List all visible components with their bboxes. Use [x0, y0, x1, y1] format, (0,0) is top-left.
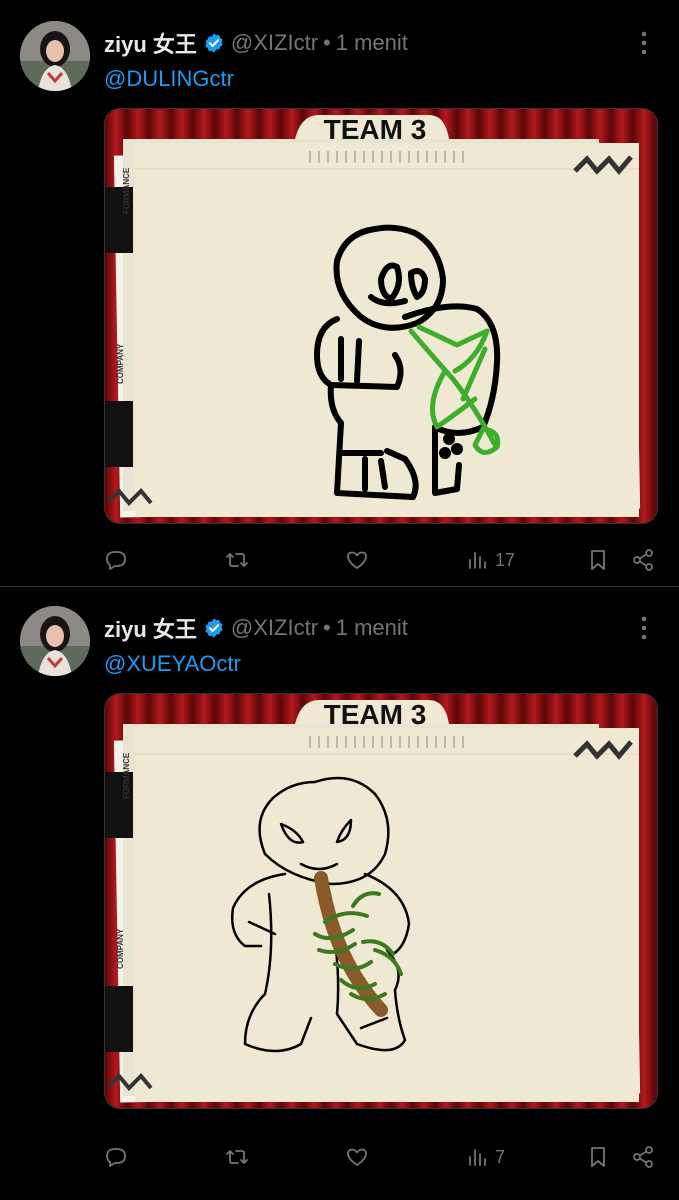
repost-icon	[226, 1150, 248, 1164]
folder-side-label: FORMANCE	[122, 167, 131, 214]
mention-link[interactable]: @DULINGctr	[104, 66, 234, 92]
views-icon	[469, 552, 486, 569]
share-icon	[633, 549, 653, 571]
reply-button[interactable]	[104, 1137, 128, 1177]
tweet-image[interactable]: FORMANCE COMPANY TEAM 3	[104, 108, 658, 524]
username[interactable]: @XIZIctr	[231, 30, 318, 56]
reply-icon	[106, 551, 126, 570]
timestamp[interactable]: 1 menit	[336, 615, 408, 641]
tweet-header: ziyu 女王 @XIZIctr • 1 menit	[104, 26, 408, 60]
repost-button[interactable]	[225, 540, 249, 580]
like-button[interactable]	[345, 1137, 369, 1177]
reply-icon	[106, 1148, 126, 1167]
bookmark-icon	[591, 550, 605, 570]
folder-tab-text: TEAM 3	[324, 699, 427, 730]
more-options-icon[interactable]	[636, 615, 652, 641]
views-count: 17	[495, 549, 516, 570]
avatar[interactable]	[20, 606, 90, 676]
verified-badge-icon	[205, 33, 223, 53]
folder-side-label: COMPANY	[116, 343, 125, 384]
repost-icon	[226, 553, 248, 567]
mention-link[interactable]: @XUEYAOctr	[104, 651, 241, 677]
repost-button[interactable]	[225, 1137, 249, 1177]
views-button[interactable]: 17	[466, 540, 515, 580]
tweet[interactable]: ziyu 女王 @XIZIctr • 1 menit @DULINGctr FO…	[0, 0, 679, 586]
timestamp[interactable]: 1 menit	[336, 30, 408, 56]
tweet-actions: 17	[0, 540, 679, 580]
heart-icon	[347, 551, 367, 569]
tweet-image[interactable]: FORMANCE COMPANY TEAM 3	[104, 693, 658, 1109]
bookmark-icon	[591, 1147, 605, 1167]
folder-side-label: FORMANCE	[122, 752, 131, 799]
username[interactable]: @XIZIctr	[231, 615, 318, 641]
share-button[interactable]	[631, 1137, 655, 1177]
separator-dot: •	[323, 615, 331, 640]
tweet[interactable]: ziyu 女王 @XIZIctr • 1 menit @XUEYAOctr FO…	[0, 587, 679, 1200]
views-count: 7	[495, 1146, 506, 1167]
tweet-actions: 7	[0, 1137, 679, 1177]
display-name[interactable]: ziyu 女王	[104, 612, 197, 644]
avatar[interactable]	[20, 21, 90, 91]
verified-badge-icon	[205, 618, 223, 638]
folder-tab-text: TEAM 3	[324, 114, 427, 145]
bookmark-button[interactable]	[586, 1137, 610, 1177]
tweet-header: ziyu 女王 @XIZIctr • 1 menit	[104, 611, 408, 645]
reply-button[interactable]	[104, 540, 128, 580]
display-name[interactable]: ziyu 女王	[104, 27, 197, 59]
more-options-icon[interactable]	[636, 30, 652, 56]
views-button[interactable]: 7	[466, 1137, 505, 1177]
share-button[interactable]	[631, 540, 655, 580]
separator-dot: •	[323, 30, 331, 55]
heart-icon	[347, 1148, 367, 1166]
bookmark-button[interactable]	[586, 540, 610, 580]
views-icon	[469, 1149, 486, 1166]
share-icon	[633, 1146, 653, 1168]
like-button[interactable]	[345, 540, 369, 580]
folder-side-label: COMPANY	[116, 928, 125, 969]
